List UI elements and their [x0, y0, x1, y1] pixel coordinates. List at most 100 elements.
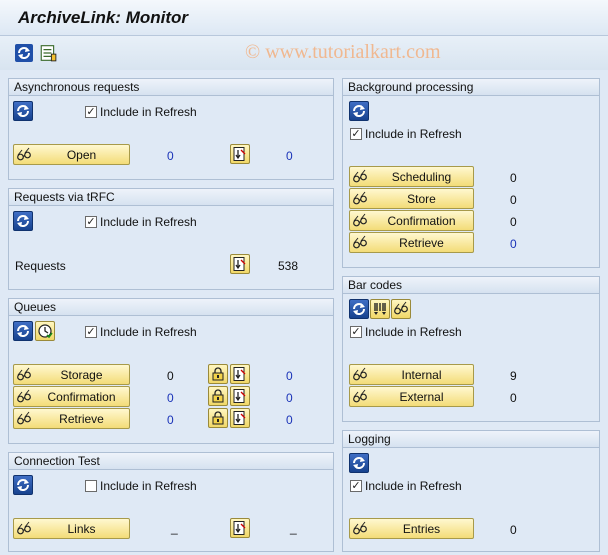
refresh-icon [351, 455, 367, 471]
links-button[interactable]: Links [13, 518, 130, 539]
external-button[interactable]: External [349, 386, 474, 407]
store-button[interactable]: Store [349, 188, 474, 209]
error-button[interactable] [230, 364, 250, 384]
error-button[interactable] [230, 518, 250, 538]
store-button-label: Store [407, 191, 436, 206]
barcode-button[interactable] [370, 299, 390, 319]
section-title: Requests via tRFC [9, 189, 333, 206]
scheduling-button-label: Scheduling [391, 169, 452, 184]
refresh-icon [15, 323, 31, 339]
retrieve-button[interactable]: Retrieve [349, 232, 474, 253]
display-list-icon[interactable] [39, 44, 57, 65]
entries-button[interactable]: Entries [349, 518, 474, 539]
scheduling-button[interactable]: Scheduling [349, 166, 474, 187]
error-button[interactable] [230, 386, 250, 406]
section-title: Queues [9, 299, 333, 316]
lock-button[interactable] [208, 408, 228, 428]
glasses-icon [352, 367, 368, 383]
glasses-icon [16, 389, 32, 405]
entries-button-label: Entries [402, 521, 441, 536]
refresh-button[interactable] [349, 299, 369, 319]
refresh-icon[interactable] [15, 44, 33, 65]
retrieve-button[interactable]: Retrieve [13, 408, 130, 429]
checkbox-box[interactable]: ✓ [85, 326, 97, 338]
refresh-button[interactable] [13, 321, 33, 341]
refresh-button[interactable] [13, 475, 33, 495]
glasses-icon [16, 521, 32, 537]
refresh-button[interactable] [349, 101, 369, 121]
checkbox-box[interactable]: ✓ [85, 106, 97, 118]
include-in-refresh-checkbox[interactable]: ✓ Include in Refresh [350, 479, 462, 493]
internal-button-label: Internal [401, 367, 442, 382]
external-count: 0 [510, 391, 517, 405]
include-in-refresh-checkbox[interactable]: ✓ Include in Refresh [85, 325, 197, 339]
links-error-value: _ [290, 521, 297, 535]
refresh-button[interactable] [349, 453, 369, 473]
storage-button-label: Storage [60, 367, 103, 382]
title-bar: ArchiveLink: Monitor [0, 0, 608, 36]
links-button-label: Links [67, 521, 96, 536]
error-icon [232, 388, 248, 404]
checkbox-box[interactable]: ✓ [350, 128, 362, 140]
lock-button[interactable] [208, 386, 228, 406]
include-in-refresh-checkbox[interactable]: Include in Refresh [85, 479, 197, 493]
include-in-refresh-checkbox[interactable]: ✓ Include in Refresh [85, 215, 197, 229]
checkbox-box[interactable]: ✓ [350, 480, 362, 492]
include-in-refresh-label: Include in Refresh [100, 105, 197, 119]
refresh-icon [15, 477, 31, 493]
include-in-refresh-checkbox[interactable]: ✓ Include in Refresh [85, 105, 197, 119]
storage-button[interactable]: Storage [13, 364, 130, 385]
refresh-icon [351, 301, 367, 317]
include-in-refresh-checkbox[interactable]: ✓ Include in Refresh [350, 127, 462, 141]
error-icon [232, 410, 248, 426]
section-title: Bar codes [343, 277, 599, 294]
retrieve-button-label: Retrieve [399, 235, 444, 250]
confirmation-button[interactable]: Confirmation [349, 210, 474, 231]
confirmation-button[interactable]: Confirmation [13, 386, 130, 407]
open-button[interactable]: Open [13, 144, 130, 165]
include-in-refresh-label: Include in Refresh [365, 479, 462, 493]
section-title: Asynchronous requests [9, 79, 333, 96]
glasses-icon [352, 521, 368, 537]
scheduling-count: 0 [510, 171, 517, 185]
page-title: ArchiveLink: Monitor [18, 8, 189, 27]
error-icon [232, 366, 248, 382]
refresh-button[interactable] [13, 101, 33, 121]
schedule-button[interactable] [35, 321, 55, 341]
error-button[interactable] [230, 254, 250, 274]
internal-button[interactable]: Internal [349, 364, 474, 385]
include-in-refresh-label: Include in Refresh [365, 127, 462, 141]
lock-icon [210, 366, 226, 382]
display-button[interactable] [391, 299, 411, 319]
open-button-label: Open [66, 147, 97, 162]
checkbox-box[interactable]: ✓ [350, 326, 362, 338]
storage-error-count: 0 [286, 369, 293, 383]
refresh-icon [351, 103, 367, 119]
glasses-icon [16, 367, 32, 383]
section-title: Logging [343, 431, 599, 448]
error-button[interactable] [230, 408, 250, 428]
store-count: 0 [510, 193, 517, 207]
refresh-button[interactable] [13, 211, 33, 231]
error-icon [232, 520, 248, 536]
lock-button[interactable] [208, 364, 228, 384]
retrieve-button-label: Retrieve [59, 411, 104, 426]
confirmation-button-label: Confirmation [387, 213, 456, 228]
retrieve-count: 0 [167, 413, 174, 427]
confirmation-count: 0 [510, 215, 517, 229]
lock-icon [210, 388, 226, 404]
checkbox-box[interactable]: ✓ [85, 216, 97, 228]
confirmation-button-label: Confirmation [47, 389, 116, 404]
error-button[interactable] [230, 144, 250, 164]
glasses-icon [352, 235, 368, 251]
checkbox-box[interactable] [85, 480, 97, 492]
include-in-refresh-label: Include in Refresh [365, 325, 462, 339]
include-in-refresh-checkbox[interactable]: ✓ Include in Refresh [350, 325, 462, 339]
watermark: © www.tutorialkart.com [245, 41, 441, 63]
glasses-icon [393, 301, 409, 317]
glasses-icon [16, 411, 32, 427]
include-in-refresh-label: Include in Refresh [100, 215, 197, 229]
external-button-label: External [399, 389, 444, 404]
refresh-icon [15, 213, 31, 229]
error-icon [232, 146, 248, 162]
